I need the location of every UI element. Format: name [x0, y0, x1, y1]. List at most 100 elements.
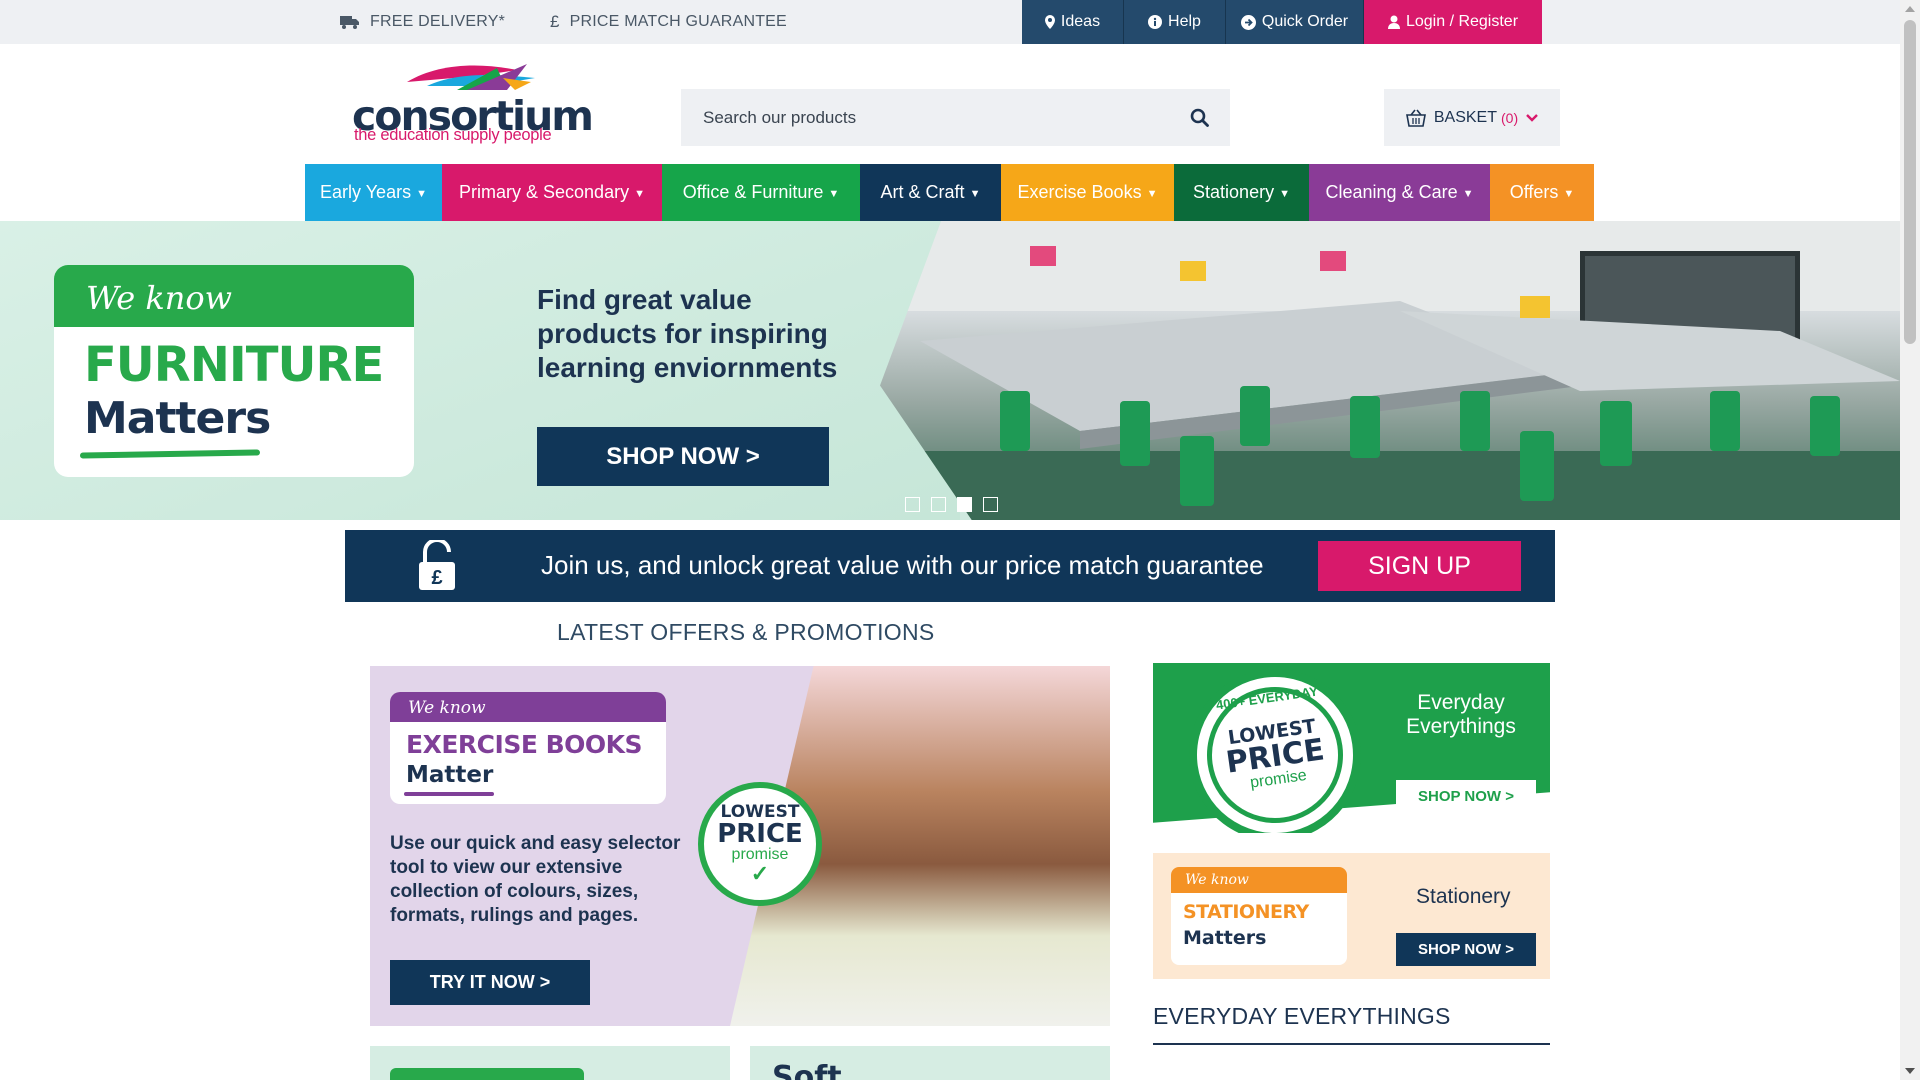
carousel-dot[interactable] [905, 497, 920, 512]
nav-label: Early Years [320, 182, 412, 202]
login-register-label: Login / Register [1405, 13, 1519, 30]
exercise-books-promo[interactable]: We know EXERCISE BOOKS Matter LOWEST PRI… [370, 666, 1110, 1026]
badge-underline [79, 449, 261, 459]
basket-icon [1405, 109, 1426, 127]
everyday-everythings-promo[interactable]: 400+ EVERYDAY LOWEST PRICE promise Every… [1153, 663, 1550, 833]
chevron-down-icon: ▼ [1146, 187, 1158, 200]
nav-label: Art & Craft [880, 182, 965, 202]
main-category-nav: Early Years ▼ Primary & Secondary ▼ Office… [305, 164, 1594, 221]
nav-office-furniture[interactable]: Office & Furniture ▼ [662, 164, 860, 221]
badge-word-2: Matters [1183, 927, 1267, 949]
promo-tile[interactable]: Soft [750, 1046, 1110, 1080]
search-input[interactable] [681, 89, 1168, 146]
nav-label: Offers [1509, 182, 1559, 202]
hero-banner[interactable]: We know FURNITURE Matters Find great val… [0, 221, 1900, 520]
help-link[interactable]: Help [1124, 0, 1226, 44]
basket-label: BASKET [1433, 108, 1497, 126]
help-label: Help [1168, 13, 1201, 30]
top-utility-bar: FREE DELIVERY* £ PRICE MATCH GUARANTEE I… [0, 0, 1900, 44]
chevron-down-icon: ▼ [1563, 187, 1575, 200]
exercise-books-badge: We know EXERCISE BOOKS Matter [390, 692, 666, 804]
chevron-down-icon: ▼ [1279, 187, 1290, 200]
nav-offers[interactable]: Offers ▼ [1490, 164, 1594, 221]
sign-up-button[interactable]: SIGN UP [1318, 541, 1521, 591]
chevron-down-icon: ▼ [634, 187, 645, 200]
ideas-label: Ideas [1060, 13, 1101, 30]
info-icon [1148, 15, 1163, 29]
page-scrollbar[interactable] [1900, 0, 1920, 1080]
truck-icon [340, 16, 359, 29]
badge-word-1: EXERCISE BOOKS [406, 730, 643, 759]
nav-stationery[interactable]: Stationery ▼ [1174, 164, 1309, 221]
price-match-signup-strip: £ Join us, and unlock great value with o… [345, 530, 1555, 602]
nav-label: Primary & Secondary [459, 182, 630, 202]
classroom-illustration [880, 221, 1900, 520]
hero-shop-now-button[interactable]: SHOP NOW > [537, 427, 829, 486]
nav-exercise-books[interactable]: Exercise Books ▼ [1001, 164, 1174, 221]
nav-label: Cleaning & Care [1325, 182, 1458, 202]
shop-now-button[interactable]: SHOP NOW > [1396, 780, 1536, 812]
quick-order-link[interactable]: Quick Order [1226, 0, 1364, 44]
promo-description: Use our quick and easy selector tool to … [390, 833, 681, 926]
scroll-up-arrow-icon[interactable] [1905, 6, 1915, 12]
scrollbar-thumb[interactable] [1904, 20, 1916, 344]
badge-script: We know [390, 692, 666, 722]
ideas-link[interactable]: Ideas [1022, 0, 1124, 44]
nav-primary-secondary[interactable]: Primary & Secondary ▼ [442, 164, 662, 221]
search-bar [681, 89, 1230, 146]
utility-links: Ideas Help Quick Order Login / Register [1022, 0, 1542, 44]
stationery-promo[interactable]: We know STATIONERY Matters Stationery SH… [1153, 853, 1550, 979]
badge-script: We know [1171, 867, 1347, 893]
badge-word-1: FURNITURE [84, 337, 384, 393]
pound-icon: £ [550, 12, 560, 31]
chevron-down-icon: ▼ [416, 187, 427, 200]
carousel-dot-active[interactable] [957, 497, 972, 512]
login-register-link[interactable]: Login / Register [1364, 0, 1542, 44]
logo-tagline: the education supply people [354, 126, 552, 144]
badge-script: We know [54, 265, 414, 327]
promo-title: Stationery [1416, 885, 1511, 908]
nav-early-years[interactable]: Early Years ▼ [305, 164, 442, 221]
checkmark-icon: ✓ [750, 860, 770, 886]
basket-count: (0) [1501, 109, 1519, 126]
seal-text-2: PRICE [717, 818, 803, 849]
carousel-dot[interactable] [931, 497, 946, 512]
furniture-matters-badge: We know FURNITURE Matters [54, 265, 414, 477]
basket-button[interactable]: BASKET (0) [1384, 89, 1560, 146]
chevron-down-icon: ▼ [1462, 187, 1474, 200]
badge-underline [404, 792, 494, 796]
consortium-logo[interactable]: consortium the education supply people [352, 60, 594, 150]
try-it-now-button[interactable]: TRY IT NOW > [390, 960, 590, 1005]
nav-label: Office & Furniture [682, 182, 824, 202]
search-button[interactable] [1168, 89, 1230, 146]
promo-title: Everyday Everythings [1406, 691, 1516, 738]
shop-now-button[interactable]: SHOP NOW > [1396, 933, 1536, 966]
signup-message: Join us, and unlock great value with our… [541, 550, 1264, 580]
heading-underline [1153, 1043, 1550, 1045]
tile-heading: Soft [772, 1060, 842, 1080]
lowest-price-promise-seal: 400+ EVERYDAY LOWEST PRICE promise [1177, 663, 1373, 833]
seal-text-1: LOWEST [720, 801, 800, 822]
usp-label: PRICE MATCH GUARANTEE [569, 13, 787, 30]
nav-art-craft[interactable]: Art & Craft ▼ [860, 164, 1001, 221]
map-pin-icon [1044, 15, 1055, 29]
badge-word-1: STATIONERY [1183, 901, 1309, 923]
chevron-down-icon [1526, 113, 1538, 122]
nav-label: Stationery [1193, 182, 1275, 202]
carousel-dot[interactable] [983, 497, 998, 512]
badge-word-2: Matters [84, 393, 271, 444]
search-icon [1190, 108, 1209, 127]
classroom-photo [880, 221, 1900, 520]
carousel-dots [905, 497, 998, 512]
scroll-down-arrow-icon[interactable] [1905, 1068, 1915, 1074]
nav-cleaning-care[interactable]: Cleaning & Care ▼ [1309, 164, 1490, 221]
nav-label: Exercise Books [1017, 182, 1142, 202]
usp-price-match: £ PRICE MATCH GUARANTEE [550, 0, 787, 44]
usp-free-delivery: FREE DELIVERY* [340, 0, 505, 44]
svg-text:£: £ [431, 567, 442, 589]
padlock-pound-icon: £ [419, 540, 455, 590]
promo-tile[interactable] [370, 1046, 730, 1080]
usp-label: FREE DELIVERY* [370, 13, 505, 30]
chevron-down-icon: ▼ [969, 187, 981, 200]
badge-tab [390, 1068, 584, 1080]
